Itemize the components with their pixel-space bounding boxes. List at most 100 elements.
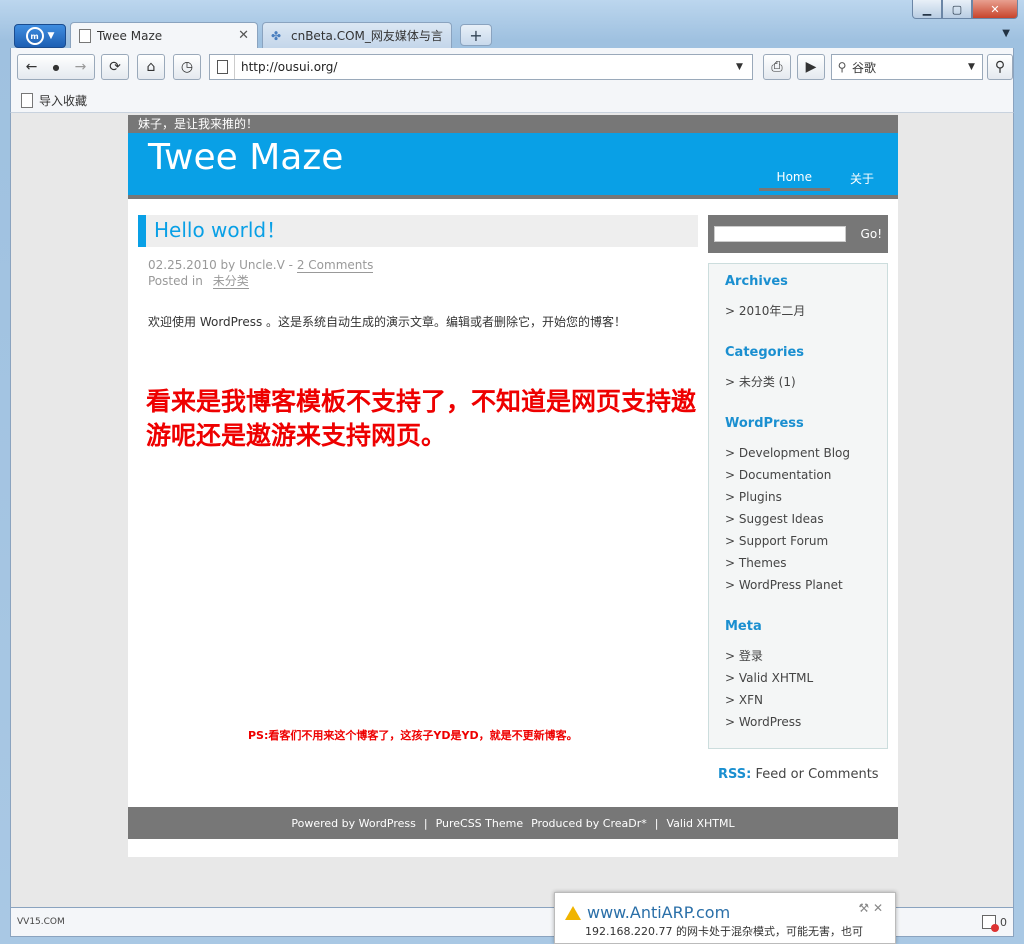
wordpress-link[interactable]: > Documentation	[725, 467, 887, 483]
post-by: by	[220, 258, 236, 272]
annotation-text: 看来是我博客模板不支持了，不知道是网页支持遨游呢还是遨游来支持网页。	[146, 387, 697, 450]
browser-window: ▁ ▢ ✕ m ▼ Twee Maze ✕ ✤ cnBeta.COM_网友媒体与…	[0, 0, 1024, 944]
footer-valid-xhtml[interactable]: Valid XHTML	[666, 817, 734, 830]
sidebar-search-input[interactable]	[714, 226, 846, 242]
close-icon[interactable]: ✕	[873, 901, 883, 915]
notification-body: 192.168.220.77 的网卡处于混杂模式，可能无害，也可	[585, 925, 863, 938]
main-nav: Home 关于	[758, 170, 874, 191]
address-bar[interactable]: http://ousui.org/ ▼	[209, 54, 753, 80]
address-input[interactable]: http://ousui.org/	[235, 60, 736, 74]
sidebar-search: Go!	[708, 215, 888, 253]
tab-list-chevron-icon[interactable]: ▼	[1002, 28, 1010, 39]
meta-link[interactable]: > XFN	[725, 692, 887, 708]
history-clock-button[interactable]: ◷	[173, 54, 201, 80]
forward-icon[interactable]: →	[75, 59, 87, 75]
page-icon	[210, 55, 235, 79]
go-button[interactable]: Go!	[861, 227, 882, 241]
search-icon: ⚲	[837, 60, 847, 74]
rss-feed-link[interactable]: Feed	[756, 767, 787, 782]
categories-title: Categories	[725, 345, 805, 360]
wordpress-link[interactable]: > WordPress Planet	[725, 577, 887, 593]
categories-list: > 未分类 (1)	[725, 374, 887, 390]
search-box[interactable]: ⚲ 谷歌 ▼	[831, 54, 983, 80]
page-icon	[79, 28, 91, 43]
wordpress-link[interactable]: > Support Forum	[725, 533, 887, 549]
category-link[interactable]: 未分类	[212, 274, 249, 289]
post-dash: -	[288, 258, 293, 272]
wordpress-link[interactable]: > Plugins	[725, 489, 887, 505]
ps-note: PS:看客们不用来这个博客了，这孩子YD是YD，就是不更新博客。	[248, 729, 578, 742]
page-viewport: 妹子，是让我来推的！ Twee Maze Home 关于 Hello world…	[10, 113, 1014, 907]
notification-title[interactable]: www.AntiARP.com	[587, 903, 730, 922]
cnbeta-icon: ✤	[271, 28, 282, 43]
antiarp-notification: www.AntiARP.com ⚒ ✕ 192.168.220.77 的网卡处于…	[554, 892, 896, 944]
notification-controls: ⚒ ✕	[858, 901, 883, 915]
refresh-button[interactable]: ⟳	[101, 54, 129, 80]
search-engine-label: 谷歌	[852, 60, 877, 75]
maxthon-logo-icon: m	[25, 27, 44, 45]
site-tagline: 妹子，是让我来推的！	[128, 115, 898, 133]
site-header: Twee Maze Home 关于	[128, 133, 898, 195]
blog-page: 妹子，是让我来推的！ Twee Maze Home 关于 Hello world…	[128, 115, 898, 857]
footer-separator: |	[654, 816, 659, 830]
minimize-button[interactable]: ▁	[912, 0, 942, 19]
post-title[interactable]: Hello world！	[138, 215, 698, 247]
sidebar: Go! Archives > 2010年二月 Categories > 未分类 …	[708, 215, 888, 782]
home-button[interactable]: ⌂	[137, 54, 165, 80]
wordpress-list: > Development Blog > Documentation > Plu…	[725, 445, 887, 593]
site-footer: Powered by WordPress | PureCSS Theme Pro…	[128, 807, 898, 839]
footer-theme[interactable]: PureCSS Theme	[436, 817, 524, 830]
maxthon-menu-button[interactable]: m ▼	[14, 24, 66, 48]
comments-link[interactable]: 2 Comments	[296, 258, 374, 273]
footer-produced-by[interactable]: Produced by CreaDr*	[531, 817, 647, 830]
status-right: 0	[982, 915, 1007, 932]
popup-blocker-icon[interactable]	[982, 915, 999, 932]
sidebar-widgets: Archives > 2010年二月 Categories > 未分类 (1) …	[708, 263, 888, 749]
post-meta: 02.25.2010 by Uncle.V - 2 Comments Poste…	[148, 257, 698, 289]
wordpress-link[interactable]: > Suggest Ideas	[725, 511, 887, 527]
close-tab-icon[interactable]: ✕	[238, 28, 249, 43]
back-forward-group: ← ● →	[17, 54, 95, 80]
settings-wrench-icon[interactable]: ⚒	[858, 901, 869, 915]
rss-label: RSS:	[718, 767, 752, 782]
maximize-button[interactable]: ▢	[942, 0, 972, 19]
import-favorites-link[interactable]: 导入收藏	[39, 92, 87, 109]
meta-link[interactable]: > Valid XHTML	[725, 670, 887, 686]
nav-about[interactable]: 关于	[850, 170, 874, 191]
chevron-down-icon[interactable]: ▼	[968, 62, 982, 72]
rss-or: or	[790, 767, 804, 782]
chevron-down-icon[interactable]: ▼	[736, 62, 752, 72]
rss-links: RSS: Feed or Comments	[718, 767, 888, 782]
search-button[interactable]: ⚲	[987, 54, 1013, 80]
meta-title: Meta	[725, 619, 762, 634]
tab-twee-maze[interactable]: Twee Maze ✕	[70, 22, 258, 48]
site-title[interactable]: Twee Maze	[148, 137, 343, 178]
back-icon[interactable]: ←	[26, 59, 38, 75]
meta-link[interactable]: > WordPress	[725, 714, 887, 730]
meta-list: > 登录 > Valid XHTML > XFN > WordPress	[725, 648, 887, 730]
tab-bar: m ▼ Twee Maze ✕ ✤ cnBeta.COM_网友媒体与言… + ▼	[12, 22, 1014, 48]
archives-title: Archives	[725, 274, 788, 289]
go-button[interactable]: ▶	[797, 54, 825, 80]
notification-title-row: www.AntiARP.com	[565, 903, 730, 922]
footer-powered-by[interactable]: Powered by WordPress	[291, 817, 415, 830]
archive-item[interactable]: > 2010年二月	[725, 303, 887, 319]
rss-comments-link[interactable]: Comments	[808, 767, 878, 782]
history-dot-icon[interactable]: ●	[52, 63, 59, 72]
tab-label: Twee Maze	[97, 28, 163, 43]
wordpress-link[interactable]: > Themes	[725, 555, 887, 571]
tab-label: cnBeta.COM_网友媒体与言…	[291, 29, 443, 43]
chevron-down-icon: ▼	[47, 31, 55, 41]
nav-home[interactable]: Home	[758, 170, 830, 191]
category-item[interactable]: > 未分类 (1)	[725, 374, 887, 390]
tab-cnbeta[interactable]: ✤ cnBeta.COM_网友媒体与言…	[262, 22, 452, 48]
wordpress-link[interactable]: > Development Blog	[725, 445, 887, 461]
header-divider	[128, 195, 898, 199]
posted-in-label: Posted in	[148, 274, 203, 288]
new-tab-button[interactable]: +	[460, 24, 492, 46]
archives-list: > 2010年二月	[725, 303, 887, 319]
meta-link[interactable]: > 登录	[725, 648, 887, 664]
reader-mode-button[interactable]: ⎙	[763, 54, 791, 80]
close-window-button[interactable]: ✕	[972, 0, 1018, 19]
post-body: 欢迎使用 WordPress 。这是系统自动生成的演示文章。编辑或者删除它，开始…	[148, 315, 627, 329]
